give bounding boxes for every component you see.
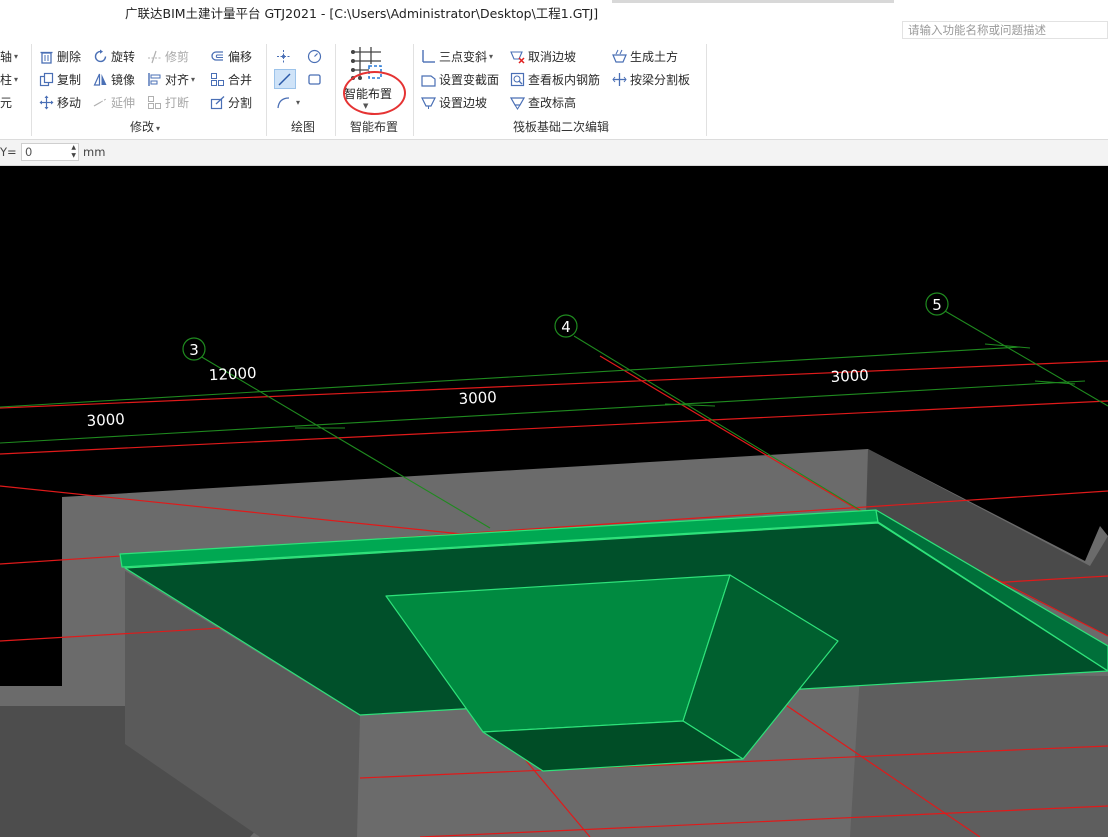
svg-text:3: 3: [189, 341, 199, 359]
split-icon: [210, 95, 225, 110]
move-icon: [39, 95, 54, 110]
viewport-canvas: 3 4 5 12000 3000 3000 3000: [0, 292, 1108, 837]
ribbon-separator: [266, 44, 267, 136]
dimension-span-1: 3000: [86, 410, 125, 430]
y-label: Y=: [0, 145, 17, 159]
split-beam-icon: [612, 72, 627, 87]
slope-icon: [421, 49, 436, 64]
elevation-icon: [510, 95, 525, 110]
side-slope-icon: [421, 95, 436, 110]
edit-elevation-button[interactable]: 查改标高: [510, 93, 576, 111]
ribbon-axis-partial[interactable]: 轴 ▾: [0, 47, 18, 65]
circle-clock-icon: [307, 49, 322, 64]
smart-layout-group-label: 智能布置: [350, 120, 399, 134]
dimension-span-2: 3000: [458, 388, 497, 408]
trim-icon: [147, 49, 162, 64]
offset-button[interactable]: 偏移: [210, 47, 252, 65]
title-bar: 广联达BIM土建计量平台 GTJ2021 - [C:\Users\Adminis…: [0, 0, 1108, 22]
coordinate-bar: Y= 0 ▲ ▼ mm: [0, 140, 1108, 166]
extend-icon: [93, 95, 108, 110]
split-by-beam-button[interactable]: 按梁分割板: [612, 70, 690, 88]
feature-search-input[interactable]: 请输入功能名称或问题描述: [902, 21, 1108, 39]
svg-text:5: 5: [932, 296, 942, 314]
mirror-button[interactable]: 镜像: [93, 70, 135, 88]
align-button[interactable]: 对齐 ▾: [147, 70, 195, 88]
modify-group-label[interactable]: 修改 ▾: [130, 118, 160, 135]
move-button[interactable]: 移动: [39, 93, 81, 111]
offset-icon: [210, 49, 225, 64]
mirror-icon: [93, 72, 108, 87]
rotate-icon: [93, 49, 108, 64]
draw-arc-button[interactable]: ▾: [276, 93, 300, 111]
view-slab-rebar-button[interactable]: 查看板内钢筋: [510, 70, 600, 88]
axis-marker-3: 3: [182, 337, 206, 361]
three-point-slope-button[interactable]: 三点变斜 ▾: [421, 47, 493, 65]
rebar-icon: [510, 72, 525, 87]
set-side-slope-button[interactable]: 设置边坡: [421, 93, 487, 111]
line-icon: [277, 72, 292, 87]
dimension-total: 12000: [208, 364, 257, 384]
rectangle-icon: [307, 72, 322, 87]
split-button[interactable]: 分割: [210, 93, 252, 111]
align-icon: [147, 72, 162, 87]
ribbon-element-partial[interactable]: 元: [0, 93, 12, 111]
draw-point-button[interactable]: [276, 47, 294, 65]
ribbon-separator: [413, 44, 414, 136]
merge-button[interactable]: 合并: [210, 70, 252, 88]
trash-icon: [39, 49, 54, 64]
ribbon-column-partial[interactable]: 柱 ▾: [0, 70, 18, 88]
generate-earthwork-button[interactable]: 生成土方: [612, 47, 678, 65]
ribbon-separator: [335, 44, 336, 136]
axis-marker-4: 4: [554, 314, 578, 338]
unit-label: mm: [83, 145, 106, 159]
axis-marker-5: 5: [925, 292, 949, 316]
rotate-button[interactable]: 旋转: [93, 47, 135, 65]
copy-button[interactable]: 复制: [39, 70, 81, 88]
merge-icon: [210, 72, 225, 87]
popup-shadow: [612, 0, 894, 3]
section-icon: [421, 72, 436, 87]
arc-icon: [276, 95, 291, 110]
extend-button[interactable]: 延伸: [93, 93, 135, 111]
ribbon-separator: [706, 44, 707, 136]
trim-button[interactable]: 修剪: [147, 47, 189, 65]
svg-text:4: 4: [561, 318, 571, 336]
spinner-arrows-icon[interactable]: ▲ ▼: [71, 144, 76, 160]
draw-arc-point-button[interactable]: [307, 47, 325, 65]
cancel-slope-button[interactable]: 取消边坡: [510, 47, 576, 65]
draw-rect-button[interactable]: [307, 70, 325, 88]
window-title: 广联达BIM土建计量平台 GTJ2021 - [C:\Users\Adminis…: [125, 6, 599, 21]
draw-line-button[interactable]: [274, 69, 296, 89]
break-button[interactable]: 打断: [147, 93, 189, 111]
earthwork-icon: [612, 49, 627, 64]
ribbon-separator: [31, 44, 32, 136]
point-icon: [276, 49, 291, 64]
set-variable-section-button[interactable]: 设置变截面: [421, 70, 499, 88]
draw-group-label: 绘图: [291, 120, 316, 134]
raft-edit-group-label: 筏板基础二次编辑: [513, 120, 610, 134]
highlight-circle: [343, 71, 406, 115]
dimension-span-3: 3000: [830, 366, 869, 386]
delete-button[interactable]: 删除: [39, 47, 81, 65]
copy-icon: [39, 72, 54, 87]
3d-viewport[interactable]: 3 4 5 12000 3000 3000 3000: [0, 166, 1108, 837]
cancel-slope-icon: [510, 49, 525, 64]
break-icon: [147, 95, 162, 110]
y-offset-input[interactable]: 0 ▲ ▼: [21, 143, 79, 161]
